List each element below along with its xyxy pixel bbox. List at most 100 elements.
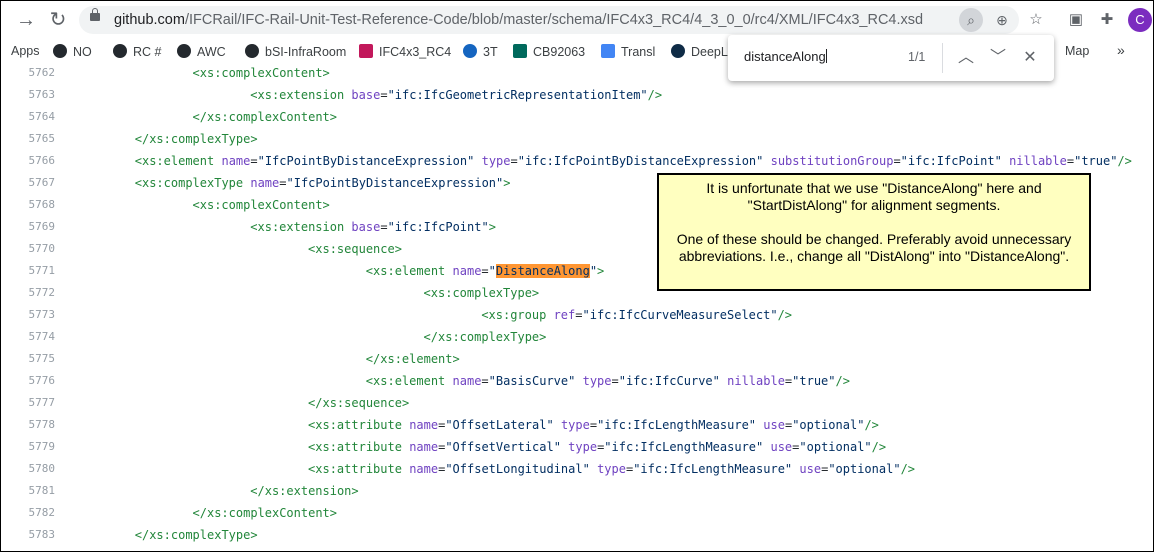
code-token: <xs:complexType xyxy=(134,176,244,190)
code-token: </xs:extension> xyxy=(250,484,359,498)
code-token: = xyxy=(279,176,287,190)
bookmark-transl[interactable]: Transl xyxy=(601,44,655,59)
line-number[interactable]: 5767 xyxy=(9,172,56,194)
line-number[interactable]: 5778 xyxy=(9,414,56,436)
bookmark-3t[interactable]: 3T xyxy=(463,44,498,59)
line-number[interactable]: 5771 xyxy=(9,260,56,282)
line-number[interactable]: 5776 xyxy=(9,370,56,392)
line-number[interactable]: 5763 xyxy=(9,84,56,106)
find-previous-icon[interactable]: ︿ xyxy=(954,46,978,70)
code-text: </xs:complexType> xyxy=(424,326,547,348)
bookmark-rc[interactable]: RC # xyxy=(113,44,161,59)
code-token: > xyxy=(488,220,496,234)
code-token: name xyxy=(452,264,482,278)
code-token: <xs:complexContent> xyxy=(192,66,330,80)
github-icon xyxy=(113,44,127,58)
code-token: <xs:sequence> xyxy=(308,242,402,256)
line-number[interactable]: 5764 xyxy=(9,106,56,128)
line-number[interactable]: 5772 xyxy=(9,282,56,304)
line-number[interactable]: 5775 xyxy=(9,348,56,370)
profile-avatar[interactable]: C xyxy=(1128,8,1152,32)
find-close-icon[interactable]: ✕ xyxy=(1018,46,1042,70)
code-line: 5779 <xs:attribute name="OffsetVertical" … xyxy=(1,436,1153,458)
code-token: type xyxy=(582,374,612,388)
code-token: "ifc:IfcPointByDistanceExpression" xyxy=(517,154,764,168)
code-text: </xs:complexContent> xyxy=(193,502,338,524)
code-view: 5762 <xs:complexContent> 5763 <xs:extension… xyxy=(1,65,1153,551)
line-number[interactable]: 5780 xyxy=(9,458,56,480)
code-token: /> xyxy=(835,374,850,388)
bookmark-ifc4x3-rc4[interactable]: IFC4x3_RC4 xyxy=(359,44,451,59)
code-token: <xs:extension xyxy=(250,220,345,234)
code-token: ref xyxy=(553,308,576,322)
find-next-icon[interactable]: ﹀ xyxy=(986,46,1010,70)
reload-icon[interactable]: ↻ xyxy=(45,7,71,33)
find-in-page-icon[interactable]: ⌕ xyxy=(959,8,983,32)
dnb-icon xyxy=(513,44,527,58)
star-bookmark-icon[interactable]: ☆ xyxy=(1025,9,1047,31)
code-token: " xyxy=(488,264,496,278)
code-text: <xs:sequence> xyxy=(308,238,402,260)
bookmark-bsi-infraroom[interactable]: bSI-InfraRoom xyxy=(245,44,346,59)
line-number[interactable]: 5765 xyxy=(9,128,56,150)
code-token: <xs:attribute xyxy=(308,418,402,432)
line-number[interactable]: 5783 xyxy=(9,524,56,546)
line-number[interactable]: 5782 xyxy=(9,502,56,524)
screenshot-frame: → ↻ github.com/IFCRail/IFC-Rail-Unit-Tes… xyxy=(0,0,1154,552)
line-number[interactable]: 5774 xyxy=(9,326,56,348)
code-text: </xs:complexType> xyxy=(135,128,258,150)
code-token: /> xyxy=(647,88,663,102)
code-token: name xyxy=(250,176,280,190)
line-number[interactable]: 5777 xyxy=(9,392,56,414)
bookmark-apps[interactable]: Apps xyxy=(11,44,40,58)
line-number[interactable]: 5768 xyxy=(9,194,56,216)
line-number[interactable]: 5773 xyxy=(9,304,56,326)
forward-arrow-icon[interactable]: → xyxy=(13,7,39,33)
line-number[interactable]: 5766 xyxy=(9,150,56,172)
bookmarks-overflow-icon[interactable]: » xyxy=(1117,42,1125,58)
code-token: /> xyxy=(864,418,879,432)
bookmark-no[interactable]: NO xyxy=(53,44,92,59)
code-text: <xs:element name="IfcPointByDistanceExpr… xyxy=(135,150,1132,172)
zoom-icon[interactable]: ⊕ xyxy=(990,8,1014,32)
code-text: <xs:element name="DistanceAlong"> xyxy=(366,260,604,282)
find-input[interactable]: distanceAlong xyxy=(744,49,827,64)
line-number[interactable]: 5779 xyxy=(9,436,56,458)
bookmark-deepl[interactable]: DeepL xyxy=(671,44,728,59)
text-caret xyxy=(825,49,827,63)
code-token: = xyxy=(589,418,598,432)
code-token: "optional" xyxy=(799,440,872,454)
code-line: 5783 </xs:complexType> xyxy=(1,524,1153,546)
code-text: <xs:complexContent> xyxy=(193,194,330,216)
bookmark-map[interactable]: Map xyxy=(1065,44,1089,58)
bookmark-label: Apps xyxy=(11,44,40,58)
bookmark-label: DeepL xyxy=(691,45,728,59)
code-text: <xs:extension base="ifc:IfcPoint"> xyxy=(250,216,496,238)
code-token: <xs:complexType> xyxy=(423,286,540,300)
line-number[interactable]: 5781 xyxy=(9,480,56,502)
code-token: type xyxy=(568,440,598,454)
code-token: <xs:extension xyxy=(250,88,345,102)
code-token: = xyxy=(1066,154,1075,168)
code-token: /> xyxy=(871,440,887,454)
bookmark-awc[interactable]: AWC xyxy=(177,44,226,59)
bookmark-cb92063[interactable]: CB92063 xyxy=(513,44,585,59)
bookmark-label: AWC xyxy=(197,45,226,59)
line-number[interactable]: 5769 xyxy=(9,216,56,238)
bookmark-label: RC # xyxy=(133,45,162,59)
code-token: </xs:complexType> xyxy=(134,528,258,542)
code-token: </xs:complexContent> xyxy=(192,110,338,124)
address-bar[interactable]: github.com/IFCRail/IFC-Rail-Unit-Test-Re… xyxy=(79,6,1019,34)
code-line: 5782 </xs:complexContent> xyxy=(1,502,1153,524)
line-number[interactable]: 5770 xyxy=(9,238,56,260)
extension-icon[interactable]: ▣ xyxy=(1065,9,1087,31)
puzzle-extensions-icon[interactable]: ✚ xyxy=(1096,9,1118,31)
github-icon xyxy=(177,44,191,58)
line-number[interactable]: 5762 xyxy=(9,62,56,84)
